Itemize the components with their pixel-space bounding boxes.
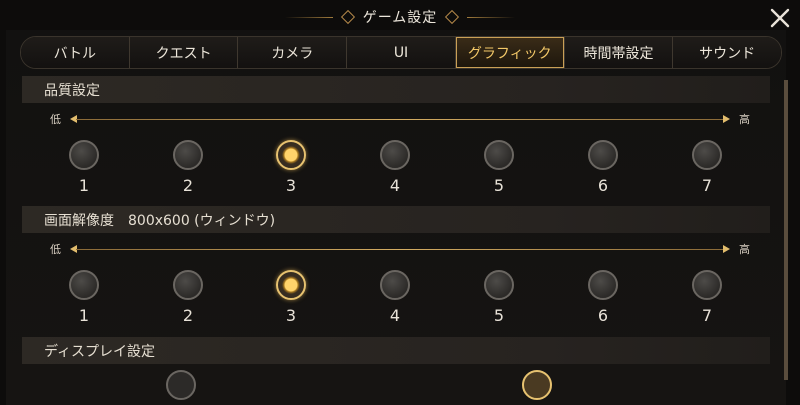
quality-section-header: 品質設定 — [22, 76, 770, 103]
resolution-range-indicator: 低 高 — [50, 241, 750, 257]
close-icon — [770, 8, 790, 28]
close-button[interactable] — [766, 4, 794, 32]
resolution-option-label: 7 — [701, 306, 713, 325]
scrollbar-thumb[interactable] — [784, 80, 788, 380]
resolution-option-label: 6 — [597, 306, 609, 325]
resolution-option-1[interactable] — [69, 270, 99, 300]
resolution-low-label: 低 — [50, 243, 61, 256]
quality-options: 1 2 3 4 5 6 7 — [0, 140, 800, 200]
resolution-option-3[interactable] — [276, 270, 306, 300]
settings-tabs: バトル クエスト カメラ UI グラフィック 時間帯設定 サウンド — [20, 36, 782, 69]
display-section-header: ディスプレイ設定 — [22, 337, 770, 364]
quality-option-7[interactable] — [692, 140, 722, 170]
tab-sound[interactable]: サウンド — [673, 37, 781, 68]
tab-quest[interactable]: クエスト — [129, 37, 239, 68]
tab-ui[interactable]: UI — [347, 37, 456, 68]
range-line — [76, 249, 724, 250]
quality-option-1[interactable] — [69, 140, 99, 170]
quality-low-label: 低 — [50, 113, 61, 126]
quality-option-2[interactable] — [173, 140, 203, 170]
resolution-section-header: 画面解像度 800x600 (ウィンドウ) — [22, 206, 770, 233]
tab-graphics[interactable]: グラフィック — [455, 37, 565, 68]
right-arrow-icon — [723, 115, 730, 123]
display-heading: ディスプレイ設定 — [44, 343, 156, 360]
tab-camera[interactable]: カメラ — [238, 37, 348, 68]
resolution-option-6[interactable] — [588, 270, 618, 300]
resolution-option-label: 3 — [285, 306, 297, 325]
resolution-option-5[interactable] — [484, 270, 514, 300]
title-right-diamond — [445, 9, 460, 25]
resolution-option-label: 4 — [389, 306, 401, 325]
quality-option-5[interactable] — [484, 140, 514, 170]
title-left-line — [284, 16, 333, 18]
range-line — [76, 119, 724, 120]
right-arrow-icon — [723, 245, 730, 253]
resolution-options: 1 2 3 4 5 6 7 — [0, 270, 800, 330]
display-option-off[interactable] — [166, 370, 196, 400]
quality-option-4[interactable] — [380, 140, 410, 170]
tab-time-of-day[interactable]: 時間帯設定 — [564, 37, 674, 68]
quality-option-label: 4 — [389, 176, 401, 195]
title-decoration: ゲーム設定 — [284, 7, 516, 27]
display-option-on[interactable] — [522, 370, 552, 400]
window-title-bar: ゲーム設定 — [0, 0, 800, 34]
tab-battle[interactable]: バトル — [21, 37, 130, 68]
quality-option-3[interactable] — [276, 140, 306, 170]
quality-option-label: 5 — [493, 176, 505, 195]
quality-range-indicator: 低 高 — [50, 111, 750, 127]
quality-option-6[interactable] — [588, 140, 618, 170]
resolution-option-2[interactable] — [173, 270, 203, 300]
resolution-high-label: 高 — [739, 243, 750, 256]
resolution-option-label: 5 — [493, 306, 505, 325]
resolution-heading: 画面解像度 800x600 (ウィンドウ) — [44, 212, 276, 229]
quality-high-label: 高 — [739, 113, 750, 126]
window-title: ゲーム設定 — [362, 10, 438, 26]
title-right-line — [467, 16, 516, 18]
quality-heading: 品質設定 — [44, 82, 100, 99]
quality-option-label: 7 — [701, 176, 713, 195]
resolution-option-label: 2 — [182, 306, 194, 325]
title-left-diamond — [340, 9, 355, 25]
quality-option-label: 1 — [78, 176, 90, 195]
resolution-option-7[interactable] — [692, 270, 722, 300]
quality-option-label: 6 — [597, 176, 609, 195]
resolution-option-4[interactable] — [380, 270, 410, 300]
resolution-option-label: 1 — [78, 306, 90, 325]
quality-option-label: 2 — [182, 176, 194, 195]
quality-option-label: 3 — [285, 176, 297, 195]
